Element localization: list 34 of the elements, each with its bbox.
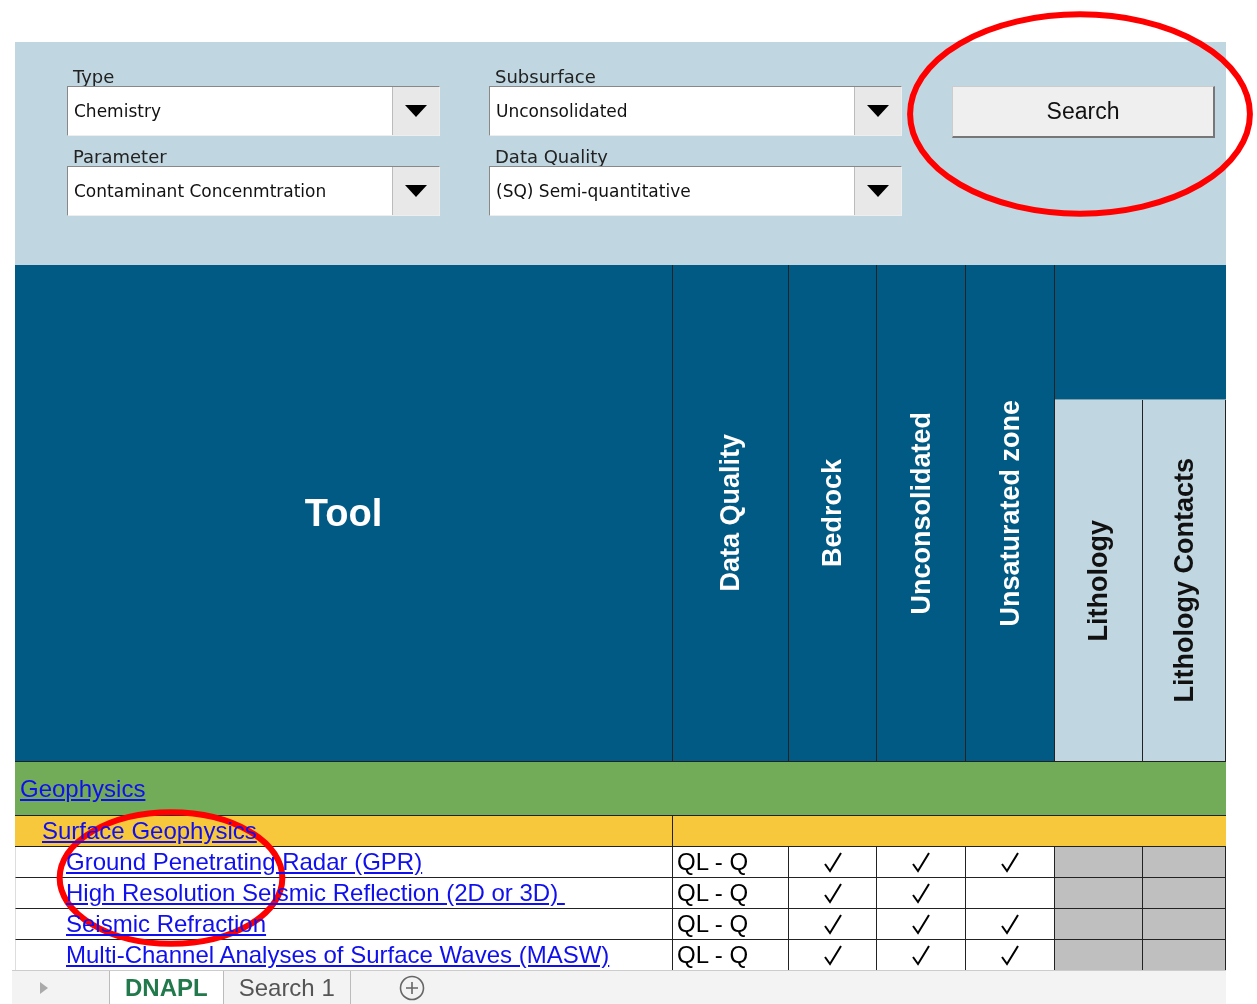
column-header: Lithology Contacts — [1143, 400, 1226, 762]
check-icon — [1000, 851, 1020, 873]
sheet-tab[interactable]: Search 1 — [223, 971, 351, 1004]
field-label: Subsurface — [494, 66, 597, 86]
dropdown[interactable]: (SQ) Semi-quantitative — [489, 166, 902, 216]
column-header: Unconsolidated — [877, 265, 966, 762]
dropdown[interactable]: Unconsolidated — [489, 86, 902, 136]
tool-link[interactable]: Ground Penetrating Radar (GPR) — [66, 848, 423, 876]
table-cell: QL - Q — [673, 847, 789, 878]
check-icon — [822, 851, 843, 873]
table-cell: QL - Q — [673, 909, 789, 940]
table-cell: QL - Q — [673, 878, 789, 909]
check-icon — [911, 913, 931, 935]
search-button[interactable]: Search — [952, 86, 1215, 138]
field-label: Type — [72, 66, 116, 86]
dropdown[interactable]: Chemistry — [67, 86, 440, 136]
dropdown[interactable]: Contaminant Concenmtration — [67, 166, 440, 216]
tool-link[interactable]: Multi-Channel Analyses of Surface Waves (MASW) — [66, 941, 610, 969]
column-header: Lithology — [1055, 400, 1143, 762]
check-icon — [822, 882, 843, 904]
check-icon — [1000, 944, 1020, 966]
check-icon — [822, 944, 843, 966]
column-header: Tool — [15, 265, 673, 762]
check-icon — [911, 851, 931, 873]
sheet-tab[interactable]: DNAPL — [109, 971, 224, 1004]
check-icon — [911, 944, 931, 966]
field-label: Parameter — [72, 146, 168, 166]
check-icon — [911, 882, 931, 904]
column-header: Data Quality — [673, 265, 789, 762]
column-header: Bedrock — [789, 265, 877, 762]
field-label: Data Quality — [494, 146, 610, 166]
column-header: Unsaturated zone — [966, 265, 1055, 762]
check-icon — [1000, 913, 1020, 935]
check-icon — [822, 913, 843, 935]
